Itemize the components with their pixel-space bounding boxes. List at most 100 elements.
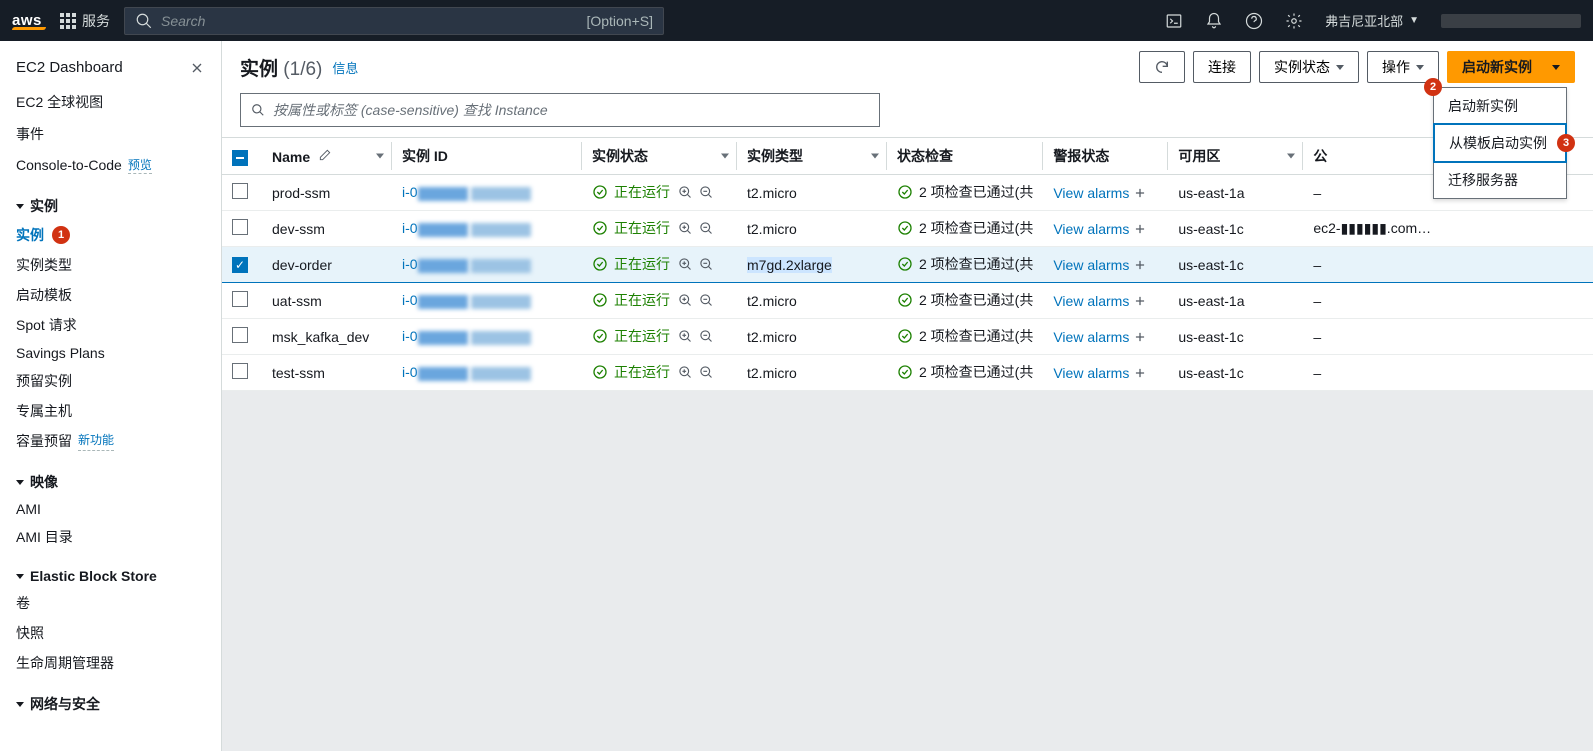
cell-alarm[interactable]: View alarms xyxy=(1043,211,1168,247)
row-checkbox[interactable] xyxy=(232,291,248,307)
table-row[interactable]: dev-orderi-0 正在运行m7gd.2xlarge2 项检查已通过(共V… xyxy=(222,247,1593,283)
cell-check: 2 项检查已通过(共 xyxy=(887,211,1043,247)
sidebar-item-spot[interactable]: Spot 请求 xyxy=(0,310,221,340)
zoom-icons[interactable] xyxy=(678,185,714,200)
instance-state-button[interactable]: 实例状态 xyxy=(1259,51,1359,83)
refresh-button[interactable] xyxy=(1139,51,1185,83)
services-menu[interactable]: 服务 xyxy=(60,11,110,31)
col-az[interactable]: 可用区 xyxy=(1168,138,1303,175)
page-header: 实例 (1/6) 信息 连接 实例状态 操作 启动新实例 按属性或标签 (cas… xyxy=(222,41,1593,138)
services-label: 服务 xyxy=(82,11,110,31)
cloudshell-icon[interactable] xyxy=(1165,12,1183,30)
cell-id[interactable]: i-0 xyxy=(392,283,582,319)
gear-icon[interactable] xyxy=(1285,12,1303,30)
cell-name: dev-order xyxy=(262,247,392,283)
sidebar-item-lifecycle[interactable]: 生命周期管理器 xyxy=(0,648,221,678)
row-checkbox[interactable] xyxy=(232,327,248,343)
col-alarm[interactable]: 警报状态 xyxy=(1043,138,1168,175)
dropdown-migrate[interactable]: 迁移服务器 xyxy=(1434,162,1566,198)
sidebar-item-snapshots[interactable]: 快照 xyxy=(0,618,221,648)
table-row[interactable]: uat-ssmi-0 正在运行t2.micro2 项检查已通过(共View al… xyxy=(222,283,1593,319)
search-shortcut: [Option+S] xyxy=(586,13,653,29)
sidebar-item-templates[interactable]: 启动模板 xyxy=(0,280,221,310)
close-icon[interactable] xyxy=(189,60,205,76)
info-link[interactable]: 信息 xyxy=(332,58,358,77)
sidebar-item-events[interactable]: 事件 xyxy=(0,118,221,150)
sidebar-section-net[interactable]: 网络与安全 xyxy=(0,678,221,718)
cell-alarm[interactable]: View alarms xyxy=(1043,319,1168,355)
col-state[interactable]: 实例状态 xyxy=(582,138,737,175)
cell-alarm[interactable]: View alarms xyxy=(1043,283,1168,319)
cell-alarm[interactable]: View alarms xyxy=(1043,247,1168,283)
table-row[interactable]: msk_kafka_devi-0 正在运行t2.micro2 项检查已通过(共V… xyxy=(222,319,1593,355)
sidebar-item-capacity[interactable]: 容量预留 新功能 xyxy=(0,426,221,456)
badge-1: 1 xyxy=(52,226,70,244)
account-redacted[interactable] xyxy=(1441,14,1581,28)
sidebar-item-c2c[interactable]: Console-to-Code 预览 xyxy=(0,150,221,180)
aws-logo[interactable]: aws xyxy=(12,12,46,30)
sidebar-section-ebs[interactable]: Elastic Block Store xyxy=(0,552,221,588)
cell-type: t2.micro xyxy=(737,319,887,355)
row-checkbox[interactable] xyxy=(232,363,248,379)
cell-id[interactable]: i-0 xyxy=(392,211,582,247)
col-name[interactable]: Name xyxy=(262,138,392,175)
zoom-icons[interactable] xyxy=(678,293,714,308)
cell-az: us-east-1c xyxy=(1168,211,1303,247)
sidebar-item-global[interactable]: EC2 全球视图 xyxy=(0,86,221,118)
zoom-icons[interactable] xyxy=(678,329,714,344)
dropdown-template[interactable]: 从模板启动实例 3 xyxy=(1433,123,1567,163)
sidebar-item-ami-catalog[interactable]: AMI 目录 xyxy=(0,522,221,552)
table-header-row: Name 实例 ID 实例状态 实例类型 状态检查 警报状态 可用区 公 xyxy=(222,138,1593,175)
sidebar-item-reserved[interactable]: 预留实例 xyxy=(0,366,221,396)
row-checkbox[interactable] xyxy=(232,257,248,273)
cell-name: uat-ssm xyxy=(262,283,392,319)
region-selector[interactable]: 弗吉尼亚北部 ▼ xyxy=(1325,11,1419,30)
sidebar-item-savings[interactable]: Savings Plans xyxy=(0,340,221,366)
content: 实例 (1/6) 信息 连接 实例状态 操作 启动新实例 按属性或标签 (cas… xyxy=(222,41,1593,751)
cell-id[interactable]: i-0 xyxy=(392,175,582,211)
table-row[interactable]: dev-ssmi-0 正在运行t2.micro2 项检查已通过(共View al… xyxy=(222,211,1593,247)
dropdown-launch[interactable]: 启动新实例 xyxy=(1434,88,1566,124)
sidebar-item-dedicated[interactable]: 专属主机 xyxy=(0,396,221,426)
sidebar-item-ami[interactable]: AMI xyxy=(0,496,221,522)
col-type[interactable]: 实例类型 xyxy=(737,138,887,175)
table-row[interactable]: prod-ssmi-0 正在运行t2.micro2 项检查已通过(共View a… xyxy=(222,175,1593,211)
bell-icon[interactable] xyxy=(1205,12,1223,30)
zoom-icons[interactable] xyxy=(678,221,714,236)
cell-check: 2 项检查已通过(共 xyxy=(887,355,1043,391)
col-id[interactable]: 实例 ID xyxy=(392,138,582,175)
connect-button[interactable]: 连接 xyxy=(1193,51,1251,83)
row-checkbox[interactable] xyxy=(232,183,248,199)
sidebar-item-instances[interactable]: 实例 1 xyxy=(0,220,221,250)
global-search[interactable]: Search [Option+S] xyxy=(124,7,664,35)
sidebar-item-types[interactable]: 实例类型 xyxy=(0,250,221,280)
search-icon xyxy=(251,103,265,117)
table-row[interactable]: test-ssmi-0 正在运行t2.micro2 项检查已通过(共View a… xyxy=(222,355,1593,391)
page-title: 实例 (1/6) xyxy=(240,54,322,81)
sidebar-section-images[interactable]: 映像 xyxy=(0,456,221,496)
sidebar-title[interactable]: EC2 Dashboard xyxy=(16,59,123,76)
edit-icon[interactable] xyxy=(318,149,332,165)
help-icon[interactable] xyxy=(1245,12,1263,30)
new-tag: 新功能 xyxy=(78,431,114,451)
cell-alarm[interactable]: View alarms xyxy=(1043,175,1168,211)
sidebar-item-volumes[interactable]: 卷 xyxy=(0,588,221,618)
filter-input[interactable]: 按属性或标签 (case-sensitive) 查找 Instance xyxy=(240,93,880,127)
cell-check: 2 项检查已通过(共 xyxy=(887,175,1043,211)
sidebar-section-instances[interactable]: 实例 xyxy=(0,180,221,220)
select-all-checkbox[interactable] xyxy=(232,150,248,166)
cell-type: t2.micro xyxy=(737,211,887,247)
cell-id[interactable]: i-0 xyxy=(392,247,582,283)
cell-name: test-ssm xyxy=(262,355,392,391)
cell-id[interactable]: i-0 xyxy=(392,319,582,355)
zoom-icons[interactable] xyxy=(678,365,714,380)
row-checkbox[interactable] xyxy=(232,219,248,235)
cell-check: 2 项检查已通过(共 xyxy=(887,319,1043,355)
cell-id[interactable]: i-0 xyxy=(392,355,582,391)
launch-button[interactable]: 启动新实例 xyxy=(1447,51,1575,83)
zoom-icons[interactable] xyxy=(678,257,714,272)
preview-tag: 预览 xyxy=(128,156,152,174)
cell-type: t2.micro xyxy=(737,175,887,211)
cell-alarm[interactable]: View alarms xyxy=(1043,355,1168,391)
col-check[interactable]: 状态检查 xyxy=(887,138,1043,175)
